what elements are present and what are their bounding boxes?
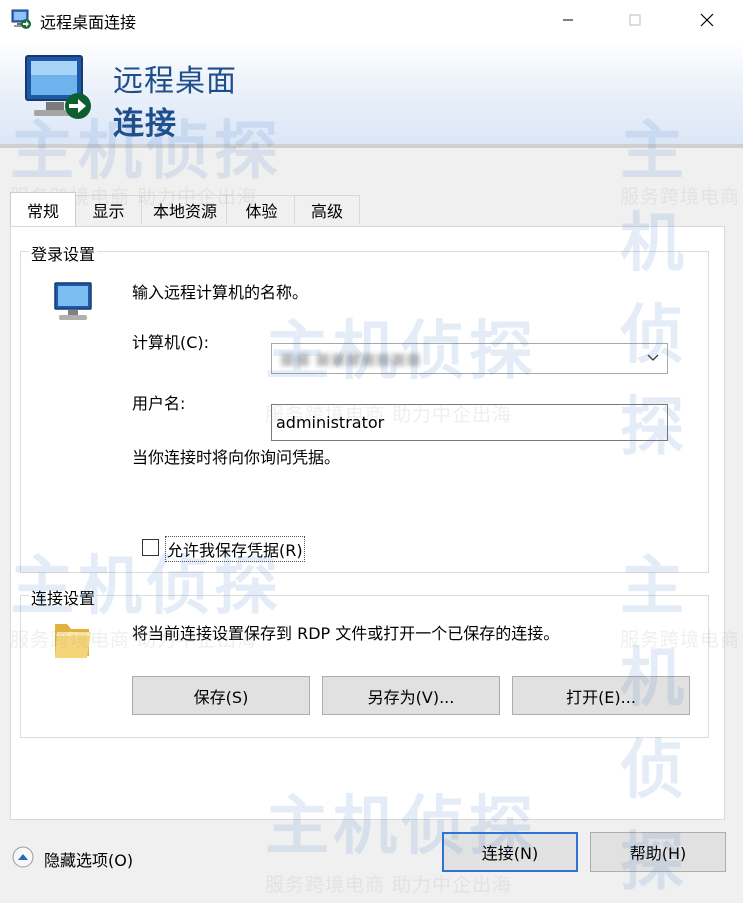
- tab-general[interactable]: 常规: [10, 192, 76, 226]
- tab-local-resources[interactable]: 本地资源: [141, 195, 229, 224]
- banner: [0, 40, 743, 144]
- save-as-button[interactable]: 另存为(V)...: [322, 676, 500, 715]
- collapse-options-icon[interactable]: [12, 846, 34, 868]
- login-instruction: 输入远程计算机的名称。: [132, 283, 309, 302]
- minimize-icon: [563, 19, 573, 21]
- connection-description: 将当前连接设置保存到 RDP 文件或打开一个已保存的连接。: [132, 624, 560, 643]
- username-input[interactable]: [271, 404, 668, 441]
- connection-settings-group: 连接设置 将当前连接设置保存到 RDP 文件或打开一个已保存的连接。 保存(S)…: [20, 585, 709, 738]
- computer-icon: [54, 282, 92, 320]
- banner-title-line2: 连接: [113, 106, 177, 142]
- computer-value: ■■ ■■■■■■■: [280, 349, 422, 368]
- computer-combobox[interactable]: ■■ ■■■■■■■: [271, 343, 668, 374]
- allow-save-credentials-checkbox[interactable]: [142, 539, 159, 556]
- credential-note: 当你连接时将向你询问凭据。: [132, 448, 341, 467]
- tab-display[interactable]: 显示: [73, 195, 144, 224]
- login-settings-group: 登录设置 输入远程计算机的名称。 计算机(C): ■■ ■■■■■■■ 用户名:…: [20, 241, 709, 573]
- close-button[interactable]: [684, 0, 730, 40]
- watermark-slogan: 服务跨境电商: [620, 186, 741, 208]
- remote-desktop-app-icon: [11, 9, 31, 29]
- folder-icon: [55, 624, 91, 658]
- window-title: 远程桌面连接: [40, 13, 137, 32]
- computer-label: 计算机(C):: [132, 333, 210, 352]
- tab-experience[interactable]: 体验: [226, 195, 297, 224]
- chevron-down-icon: [647, 354, 659, 361]
- login-settings-legend: 登录设置: [29, 241, 98, 265]
- title-bar: 远程桌面连接: [0, 0, 743, 40]
- banner-title-line1: 远程桌面: [113, 64, 237, 99]
- maximize-icon: [629, 14, 641, 26]
- open-button[interactable]: 打开(E)...: [512, 676, 690, 715]
- allow-save-credentials-label[interactable]: 允许我保存凭据(R): [165, 536, 305, 562]
- tab-advanced[interactable]: 高级: [294, 195, 360, 224]
- maximize-button[interactable]: [612, 0, 658, 40]
- connection-settings-legend: 连接设置: [29, 585, 98, 609]
- banner-divider: [0, 144, 743, 148]
- connect-button[interactable]: 连接(N): [442, 832, 578, 872]
- username-label: 用户名:: [132, 394, 186, 413]
- help-button[interactable]: 帮助(H): [590, 832, 726, 872]
- watermark-slogan: 服务跨境电商 助力中企出海: [265, 874, 513, 896]
- minimize-button[interactable]: [545, 0, 591, 40]
- close-icon: [700, 13, 714, 27]
- hide-options-link[interactable]: 隐藏选项(O): [44, 847, 133, 871]
- save-button[interactable]: 保存(S): [132, 676, 310, 715]
- computer-monitor-icon: [25, 55, 91, 119]
- tab-panel-general: 登录设置 输入远程计算机的名称。 计算机(C): ■■ ■■■■■■■ 用户名:…: [10, 226, 725, 820]
